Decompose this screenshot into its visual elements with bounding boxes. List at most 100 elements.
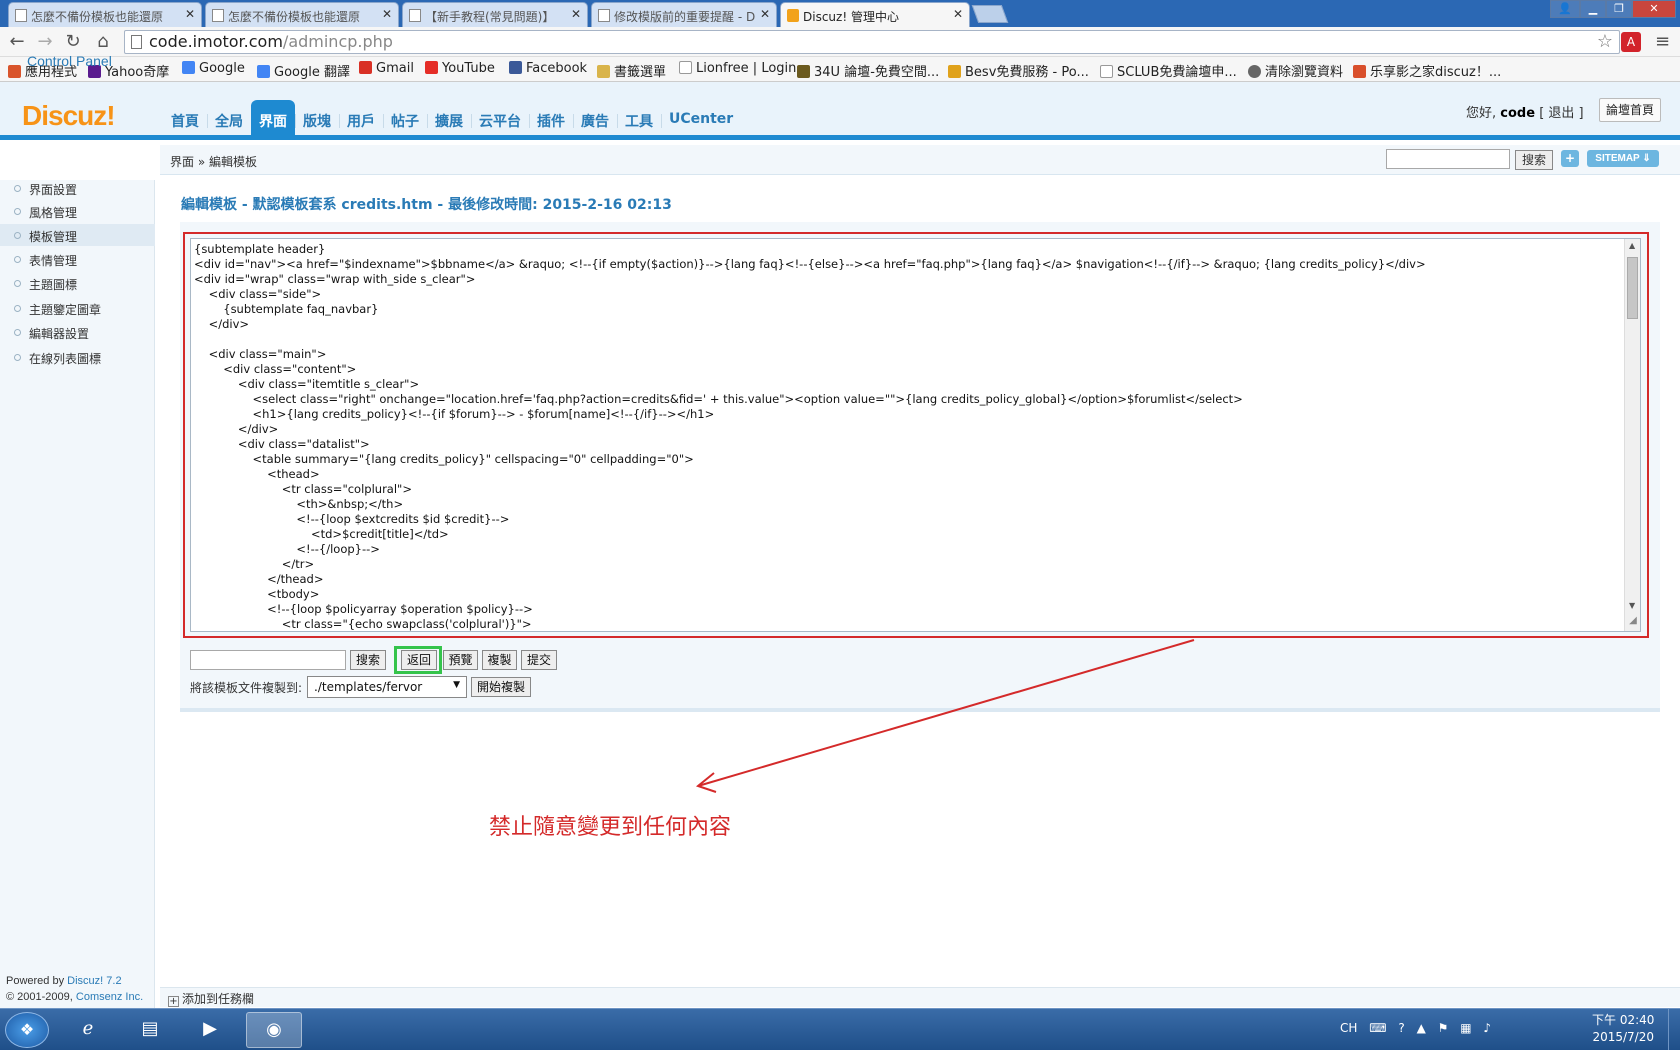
sidebar-item-thread-stamps[interactable]: 主題鑒定圖章 [0,297,155,319]
language-indicator[interactable]: CH [1340,1021,1357,1035]
copy-destination-select[interactable]: ./templates/fervor ▼ [307,676,467,698]
submit-button[interactable]: 提交 [521,650,557,670]
bookmark-gmail[interactable]: Gmail [359,61,414,76]
nav-plugins[interactable]: 插件 [529,100,573,140]
plus-icon[interactable]: + [168,996,179,1007]
sitemap-button[interactable]: SITEMAP ⇓ [1587,150,1659,167]
address-bar[interactable]: code.imotor.com/admincp.php ☆ [124,30,1620,54]
network-icon[interactable]: ▦ [1460,1021,1471,1035]
page-icon [212,9,224,22]
resize-grip-icon[interactable]: ◢ [1625,615,1640,631]
forward-icon[interactable]: → [34,31,56,52]
bookmark-lexiang[interactable]: 乐享影之家discuz！... [1353,61,1501,80]
discuz-link[interactable]: Discuz! 7.2 [67,975,121,987]
close-icon[interactable]: ✕ [382,7,392,21]
add-to-tasks-link[interactable]: 添加到任務欄 [182,992,254,1006]
taskbar-clock[interactable]: 下午 02:40 2015/7/20 [1592,1012,1654,1046]
close-icon[interactable]: ✕ [953,7,963,21]
bookmark-star-icon[interactable]: ☆ [1597,31,1613,52]
bookmark-folder[interactable]: 書籤選單 [597,61,666,80]
close-icon[interactable]: ✕ [571,7,581,21]
browser-tab[interactable]: 怎麼不備份模板也能還原 ✕ [205,2,399,27]
bookmark-facebook[interactable]: Facebook [509,61,587,76]
nav-users[interactable]: 用戶 [339,100,383,140]
close-window-icon[interactable]: ✕ [1632,0,1676,18]
discuz-logo[interactable]: Discuz! [22,100,116,132]
scroll-up-icon[interactable]: ▲ [1629,241,1635,250]
return-button[interactable]: 返回 [401,650,437,670]
help-icon[interactable]: ? [1398,1021,1404,1035]
close-icon[interactable]: ✕ [185,7,195,21]
bookmark-34u[interactable]: 34U 論壇-免費空間... [797,61,939,80]
template-search-input[interactable] [190,650,346,670]
bullet-icon [14,280,21,287]
show-hidden-icons-icon[interactable]: ▲ [1417,1021,1426,1035]
scroll-down-icon[interactable]: ▼ [1629,601,1635,610]
windows-start-icon[interactable]: ❖ [5,1012,49,1048]
close-icon[interactable]: ✕ [760,7,770,21]
logout-link[interactable]: [ 退出 ] [1539,106,1583,121]
nav-extensions[interactable]: 擴展 [427,100,471,140]
nav-tools[interactable]: 工具 [617,100,661,140]
new-tab-button[interactable] [971,5,1009,23]
admin-search-button[interactable]: 搜索 [1515,150,1553,170]
user-profile-icon[interactable]: 👤 [1550,0,1580,18]
bookmark-besv[interactable]: Besv免費服務 - Po... [948,61,1089,80]
sidebar-item-smilies-manage[interactable]: 表情管理 [0,248,155,270]
nav-ucenter[interactable]: UCenter [661,100,741,140]
browser-tab-active[interactable]: Discuz! 管理中心 ✕ [780,2,970,27]
sidebar-item-interface-settings[interactable]: 界面設置 [0,177,155,199]
breadcrumb-section[interactable]: 界面 [170,155,194,169]
bookmark-google-translate[interactable]: Google 翻譯 [257,61,350,80]
bookmark-clear-data[interactable]: 清除瀏覽資料 [1248,61,1343,80]
extension-icon[interactable]: A [1621,32,1641,52]
comsenz-link[interactable]: Comsenz Inc. [76,991,143,1003]
sidebar-item-thread-icons[interactable]: 主題圖標 [0,272,155,294]
scrollbar-thumb[interactable] [1627,257,1638,319]
template-code[interactable]: {subtemplate header} <div id="nav"><a hr… [194,242,1620,631]
nav-cloud[interactable]: 云平台 [471,100,529,140]
start-copy-button[interactable]: 開始複製 [471,677,531,697]
back-icon[interactable]: ← [6,31,28,52]
add-shortcut-button[interactable]: + [1561,150,1579,167]
nav-forums[interactable]: 版塊 [295,100,339,140]
show-desktop-button[interactable] [1668,1009,1680,1050]
bookmark-sclub[interactable]: SCLUB免費論壇申... [1100,61,1237,80]
template-code-textarea[interactable]: {subtemplate header} <div id="nav"><a hr… [190,238,1641,632]
browser-tab[interactable]: 修改模版前的重要提醒 - D ✕ [591,2,777,27]
sidebar-item-template-manage[interactable]: 模板管理 [0,224,155,246]
internet-explorer-icon[interactable]: ℯ [60,1012,116,1048]
maximize-icon[interactable]: ❐ [1606,0,1632,18]
forum-home-button[interactable]: 論壇首頁 [1599,98,1661,122]
preview-button[interactable]: 預覽 [443,650,478,670]
media-player-icon[interactable]: ▶ [182,1012,238,1048]
bookmark-lionfree[interactable]: Lionfree | Login [679,61,796,76]
menu-icon[interactable]: ≡ [1655,31,1670,52]
template-search-button[interactable]: 搜索 [350,650,386,670]
nav-home[interactable]: 首頁 [163,100,207,140]
admin-search-input[interactable] [1386,149,1510,169]
sidebar-item-online-list-icons[interactable]: 在線列表圖標 [0,346,155,368]
home-icon[interactable]: ⌂ [92,31,114,52]
nav-global[interactable]: 全局 [207,100,251,140]
sidebar-item-style-manage[interactable]: 風格管理 [0,200,155,222]
tab-label: 【新手教程(常見問題)】 [425,10,555,24]
nav-ads[interactable]: 廣告 [573,100,617,140]
sidebar-item-editor-settings[interactable]: 編輯器設置 [0,321,155,343]
chrome-icon[interactable]: ◉ [246,1012,302,1048]
bookmark-google[interactable]: Google [182,61,245,76]
bullet-icon [14,354,21,361]
vertical-scrollbar[interactable]: ▲ ▼ ◢ [1624,239,1640,631]
browser-tab[interactable]: 【新手教程(常見問題)】 ✕ [402,2,588,27]
flag-icon[interactable]: ⚑ [1438,1021,1449,1035]
nav-interface[interactable]: 界面 [251,100,295,140]
nav-posts[interactable]: 帖子 [383,100,427,140]
ime-icon[interactable]: ⌨ [1369,1021,1386,1035]
bookmark-youtube[interactable]: YouTube [425,61,495,76]
copy-button[interactable]: 複製 [482,650,517,670]
volume-icon[interactable]: ♪ [1483,1021,1491,1035]
reload-icon[interactable]: ↻ [62,31,84,52]
file-explorer-icon[interactable]: ▤ [122,1012,178,1048]
minimize-icon[interactable]: ▁ [1580,0,1606,18]
browser-tab[interactable]: 怎麼不備份模板也能還原 ✕ [8,2,202,27]
